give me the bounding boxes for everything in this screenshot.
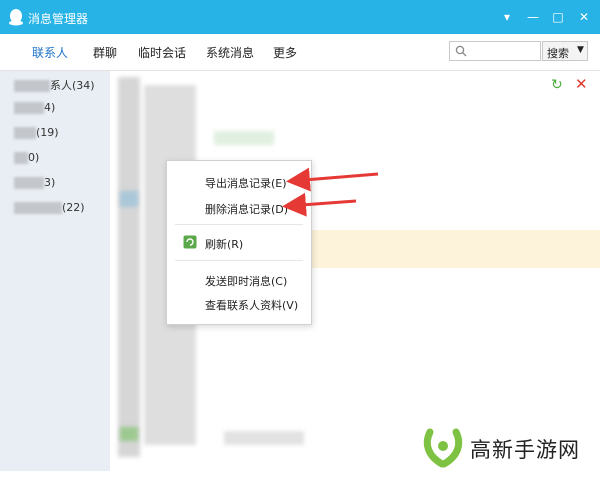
watermark-text: 高新手游网: [470, 438, 580, 462]
arrow-to-delete: [282, 192, 357, 217]
annotation-arrows: [282, 167, 379, 217]
message-manager-window: 消息管理器 ▾ — □ ✕ 联系人 群聊 临时会话 系统消息 更多 搜索 ▼ 系…: [0, 0, 600, 478]
logo-icon: [423, 428, 463, 468]
watermark: 高新手游网: [404, 418, 600, 478]
arrow-to-export: [286, 167, 379, 192]
